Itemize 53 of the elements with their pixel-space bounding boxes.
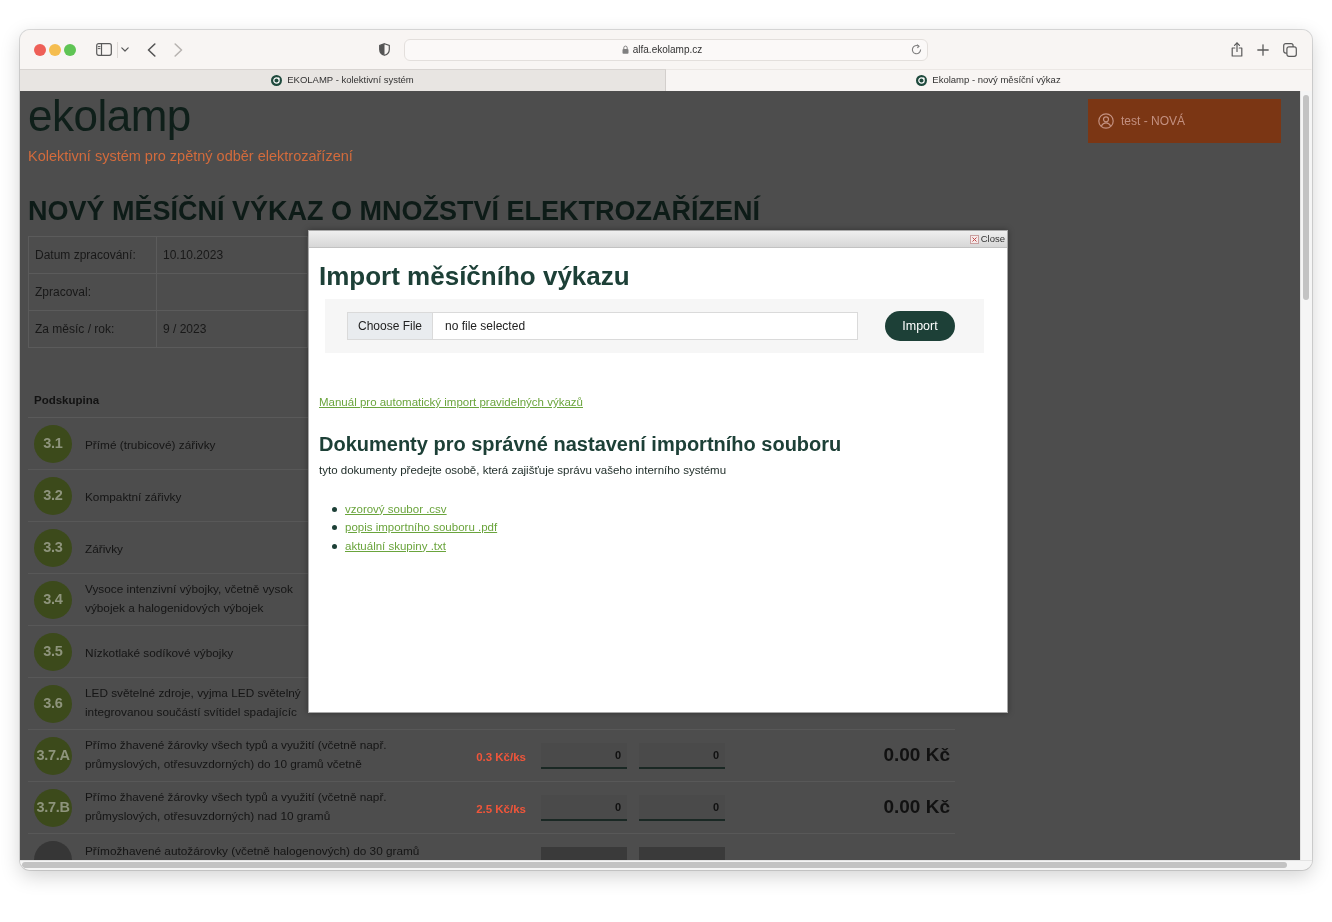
row-total: 0.00 Kč [883,744,950,766]
subgroup-code: 3.7.B [34,788,72,827]
subgroup-code: 3.1 [34,424,72,463]
lock-icon [621,45,629,54]
page-heading: NOVÝ MĚSÍČNÍ VÝKAZ O MNOŽSTVÍ ELEKTROZAŘÍZENÍ [28,195,761,228]
maximize-dot-icon[interactable] [64,43,76,56]
manual-link[interactable]: Manuál pro automatický import pravidelných výkazů [319,395,583,410]
favicon-icon [271,75,283,86]
logo[interactable]: ekolamp [28,91,191,141]
tagline: Kolektivní systém pro zpětný odběr elektrozařízení [28,147,353,165]
choose-file-button[interactable]: Choose File [348,313,433,339]
subgroup-code: 3.3 [34,528,72,567]
chevron-down-icon[interactable] [121,47,129,52]
tabs-overview-icon[interactable] [1283,42,1297,57]
subgroup-code: 3.6 [34,684,72,723]
bullet-icon [332,506,337,512]
documents-heading: Dokumenty pro správné nastavení importního souboru [319,432,842,456]
row-total: 0.00 Kč [883,796,950,818]
share-icon[interactable] [1231,42,1243,57]
unit-price: 2.5 Kč/ks [476,802,526,815]
reload-icon[interactable] [911,44,922,55]
document-link[interactable]: popis importního souboru .pdf [345,520,498,536]
import-button[interactable]: Import [885,311,955,341]
user-icon [1098,113,1114,129]
favicon-icon [916,75,928,86]
document-link[interactable]: vzorový soubor .csv [345,501,447,517]
vertical-scrollbar-thumb[interactable] [1303,95,1309,300]
close-button[interactable]: Close [969,233,1005,245]
documents-note: tyto dokumenty předejte osobě, která zajišťuje správu vašeho interního systému [319,463,727,478]
minimize-dot-icon[interactable] [49,43,61,56]
subgroup-code: 3.2 [34,476,72,515]
column-header: Podskupina [34,393,100,409]
subgroup-code: 3.7.A [34,736,72,775]
quantity-field[interactable] [541,847,627,860]
browser-tab[interactable]: Ekolamp - nový měsíční výkaz [666,69,1312,91]
file-input[interactable]: Choose File no file selected [347,312,858,340]
bullet-icon [332,525,337,531]
user-button[interactable]: test - NOVÁ [1088,99,1281,143]
shield-icon[interactable] [379,43,390,56]
quantity-field[interactable] [639,847,725,860]
unit-price: 0.3 Kč/ks [476,750,526,763]
sidebar-icon[interactable] [96,43,112,56]
document-link[interactable]: aktuální skupiny .txt [345,538,446,554]
bullet-icon [332,543,337,549]
browser-tab[interactable]: EKOLAMP - kolektivní systém [20,69,666,91]
plus-icon[interactable] [1257,43,1269,56]
dialog-title: Import měsíčního výkazu [319,260,630,292]
horizontal-scrollbar-thumb[interactable] [22,862,1287,868]
subgroup-code: 3.5 [34,632,72,671]
subgroup-code: 3.4 [34,580,72,619]
close-icon [969,234,979,244]
address-bar[interactable]: alfa.ekolamp.cz [404,38,928,61]
close-dot-icon[interactable] [34,43,46,56]
